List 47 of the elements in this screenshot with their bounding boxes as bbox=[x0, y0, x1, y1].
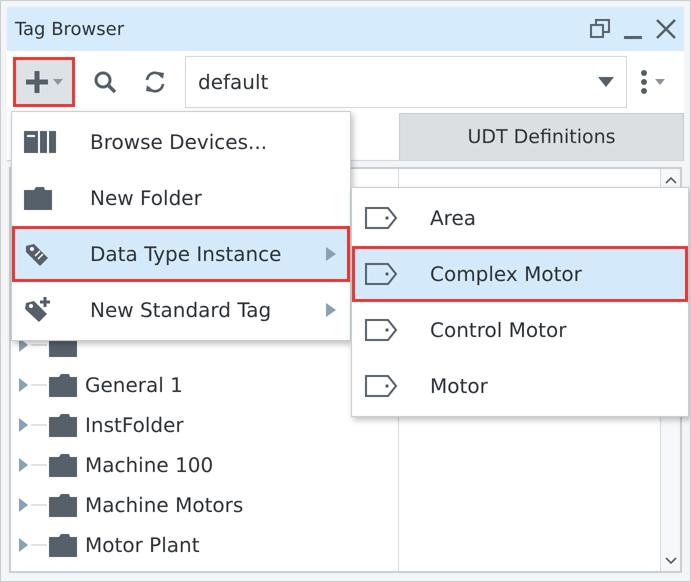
collapsed-arrow-icon bbox=[17, 457, 49, 473]
tag-icon bbox=[364, 206, 398, 230]
provider-dropdown[interactable]: default bbox=[185, 56, 627, 108]
caret-icon bbox=[655, 79, 665, 85]
tab[interactable]: UDT Definitions bbox=[399, 113, 684, 160]
plus-icon bbox=[25, 70, 49, 94]
restore-icon bbox=[590, 19, 610, 39]
minimize-icon bbox=[624, 36, 642, 39]
dropdown-arrow-icon bbox=[598, 77, 614, 87]
collapsed-arrow-icon bbox=[17, 497, 49, 513]
window-title: Tag Browser bbox=[15, 18, 126, 40]
menu-item[interactable]: Motor bbox=[352, 358, 688, 414]
tree-item[interactable]: Motor Plant bbox=[85, 533, 200, 557]
folder-icon bbox=[49, 493, 77, 517]
tag-icon bbox=[364, 318, 398, 342]
collapsed-arrow-icon bbox=[17, 417, 49, 433]
close-icon bbox=[656, 19, 676, 39]
kebab-icon bbox=[641, 70, 647, 94]
add-tag-icon bbox=[24, 297, 52, 323]
menu-item[interactable]: Control Motor bbox=[352, 302, 688, 358]
folder-icon bbox=[49, 373, 77, 397]
menu-item[interactable]: New Standard Tag bbox=[12, 282, 350, 338]
menu-item[interactable]: Complex Motor bbox=[352, 246, 688, 302]
search-icon bbox=[93, 70, 117, 94]
tree-item[interactable]: General 1 bbox=[85, 373, 183, 397]
refresh-icon bbox=[143, 70, 167, 94]
scroll-down-icon bbox=[664, 556, 676, 564]
tag-icon bbox=[364, 262, 398, 286]
collapsed-arrow-icon bbox=[17, 537, 49, 553]
tree-item[interactable]: Machine Motors bbox=[85, 493, 244, 517]
devices-icon bbox=[24, 130, 58, 154]
menu-item[interactable]: New Folder bbox=[12, 170, 350, 226]
menu-item[interactable]: Area bbox=[352, 190, 688, 246]
tree-item[interactable]: Machine 100 bbox=[85, 453, 214, 477]
caret-icon bbox=[53, 79, 63, 85]
tree-item[interactable]: InstFolder bbox=[85, 413, 184, 437]
folder-icon bbox=[24, 186, 52, 210]
add-button[interactable] bbox=[13, 57, 75, 107]
collapsed-arrow-icon bbox=[17, 377, 49, 393]
folder-icon bbox=[49, 453, 77, 477]
tags-icon bbox=[24, 242, 50, 266]
scroll-up-icon bbox=[664, 176, 676, 184]
folder-icon bbox=[49, 533, 77, 557]
menu-item[interactable]: Data Type Instance bbox=[12, 226, 350, 282]
tag-icon bbox=[364, 374, 398, 398]
menu-item[interactable]: Browse Devices... bbox=[12, 114, 350, 170]
folder-icon bbox=[49, 413, 77, 437]
